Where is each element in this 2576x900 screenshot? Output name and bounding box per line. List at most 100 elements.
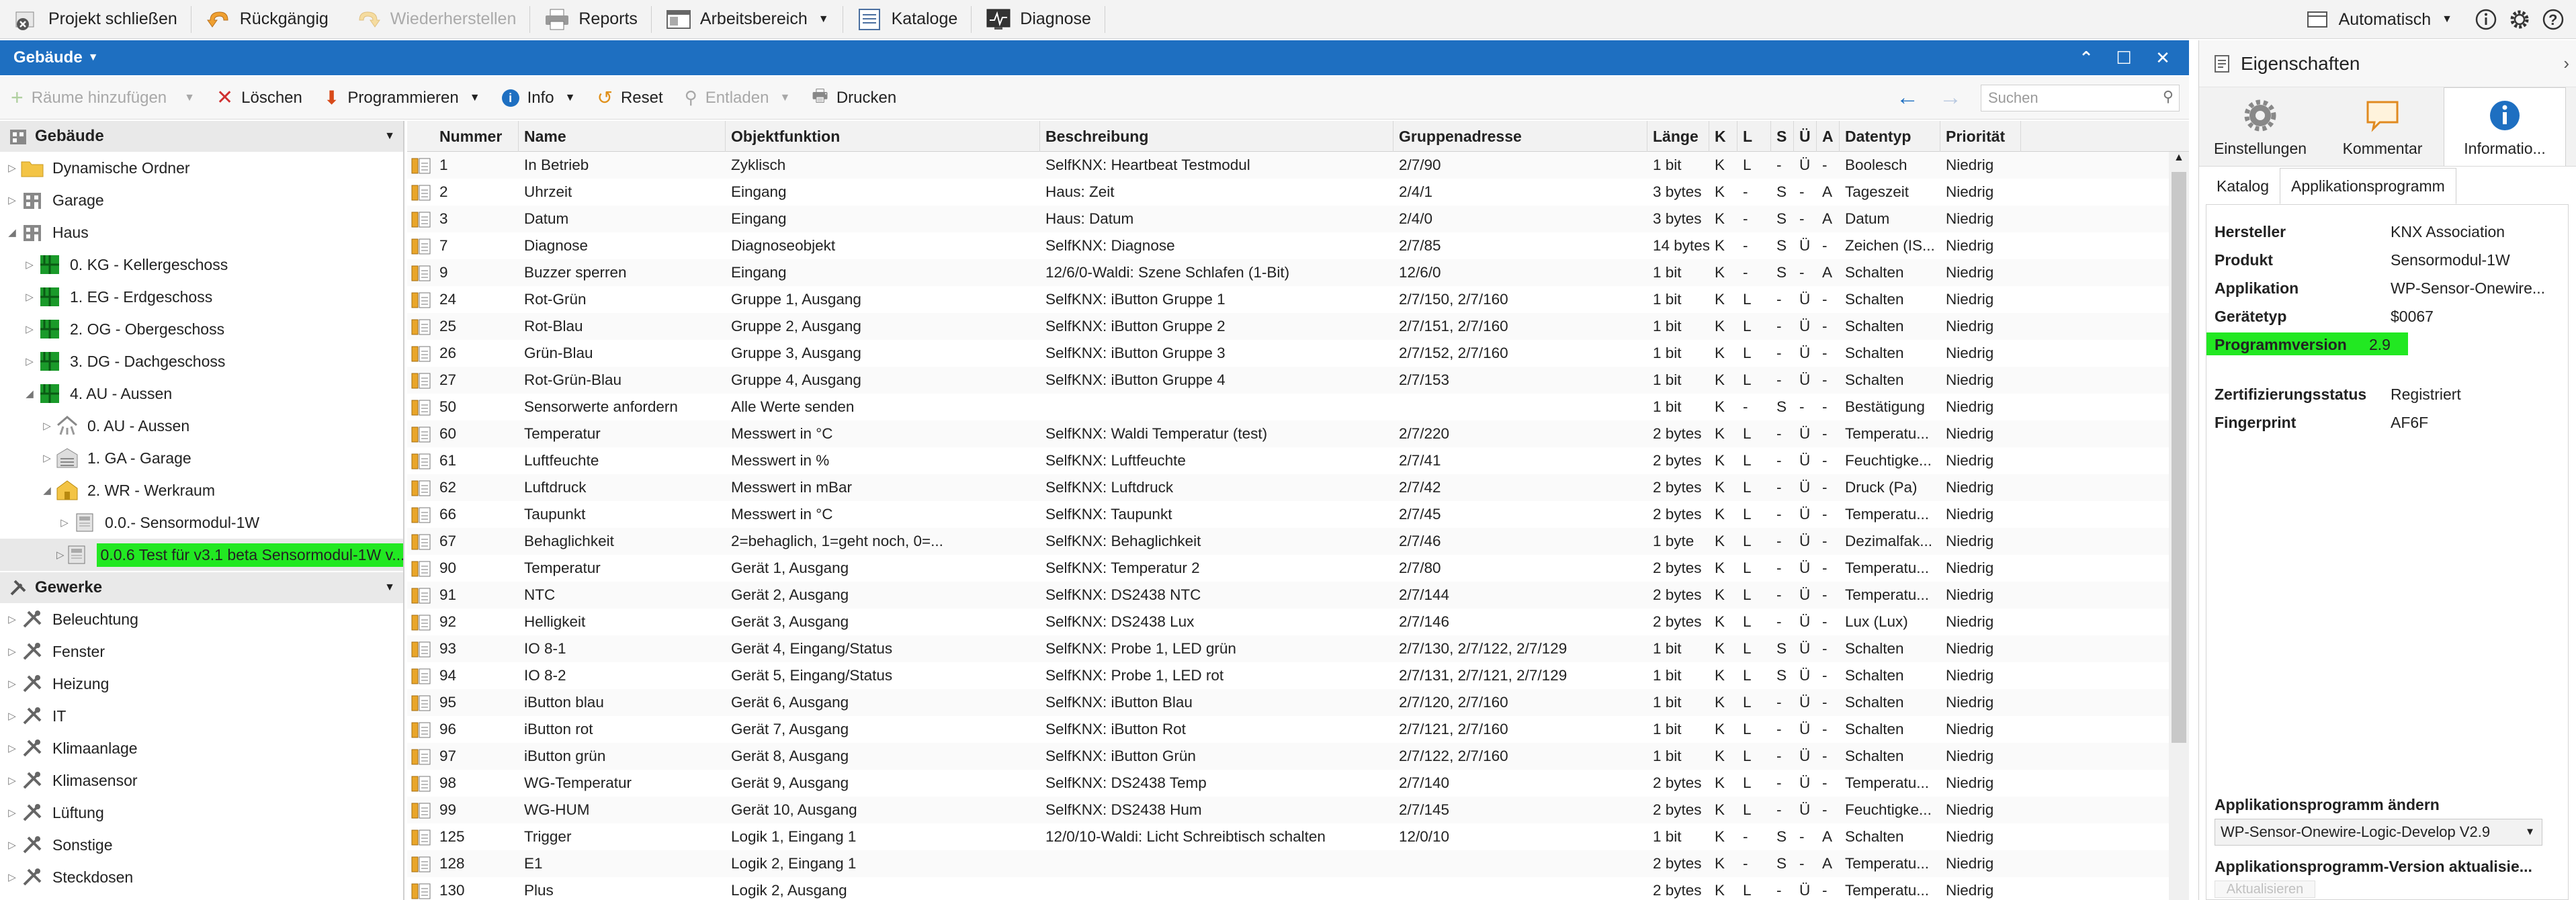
expand-triangle-icon[interactable]: ▷ xyxy=(4,678,20,690)
tree-node[interactable]: ▷ 3. DG - Dachgeschoss xyxy=(0,345,403,377)
expand-triangle-icon[interactable]: ▷ xyxy=(22,291,38,303)
table-row[interactable]: 90 Temperatur Gerät 1, Ausgang SelfKNX: Tem… xyxy=(407,555,2169,582)
table-row[interactable]: 67 Behaglichkeit 2=behaglich, 1=geht noch,… xyxy=(407,528,2169,555)
tree-node[interactable]: ▷ 0. AU - Aussen xyxy=(0,410,403,442)
table-row[interactable]: 3 Datum Eingang Haus: Datum 2/4/0 3 bytes K - S -… xyxy=(407,206,2169,232)
column-header-length[interactable]: Länge xyxy=(1647,121,1709,152)
table-row[interactable]: 96 iButton rot Gerät 7, Ausgang SelfKNX: iB… xyxy=(407,716,2169,743)
column-header-flag-a[interactable]: A xyxy=(1817,121,1840,152)
trade-node[interactable]: ▷ Klimasensor xyxy=(0,764,403,797)
column-header-flag-k[interactable]: K xyxy=(1709,121,1737,152)
table-row[interactable]: 9 Buzzer sperren Eingang 12/6/0-Waldi: Szen… xyxy=(407,259,2169,286)
subtab-catalog[interactable]: Katalog xyxy=(2206,168,2280,204)
trade-node[interactable]: ▷ Sonstige xyxy=(0,829,403,861)
info-icon[interactable] xyxy=(2473,7,2499,32)
table-row[interactable]: 2 Uhrzeit Eingang Haus: Zeit 2/4/1 3 bytes K - S… xyxy=(407,179,2169,206)
expand-triangle-icon[interactable]: ▷ xyxy=(39,452,55,464)
table-row[interactable]: 99 WG-HUM Gerät 10, Ausgang SelfKNX: DS2438… xyxy=(407,797,2169,823)
tree-node[interactable]: ▷ Garage xyxy=(0,184,403,216)
forward-arrow-icon[interactable]: → xyxy=(1939,85,1962,111)
chevron-right-icon[interactable]: › xyxy=(2563,53,2569,74)
collapse-triangle-icon[interactable]: ◢ xyxy=(4,226,20,238)
column-header-flag-l[interactable]: L xyxy=(1737,121,1771,152)
expand-triangle-icon[interactable]: ▷ xyxy=(22,355,38,367)
tree-node[interactable]: ▷ 0.0.6 Test für v3.1 beta Sensormodul-1W… xyxy=(0,539,403,571)
collapse-triangle-icon[interactable]: ◢ xyxy=(22,388,38,400)
column-header-priority[interactable]: Priorität xyxy=(1940,121,2021,152)
expand-triangle-icon[interactable]: ▷ xyxy=(56,549,65,561)
info-button[interactable]: i Info ▼ xyxy=(491,77,587,120)
tree-node[interactable]: ▷ 0. KG - Kellergeschoss xyxy=(0,249,403,281)
trade-node[interactable]: ▷ Heizung xyxy=(0,668,403,700)
column-header-name[interactable]: Name xyxy=(519,121,726,152)
close-panel-icon[interactable]: ✕ xyxy=(2146,40,2180,75)
program-button[interactable]: ⬇ Programmieren ▼ xyxy=(313,77,491,120)
expand-triangle-icon[interactable]: ▷ xyxy=(4,613,20,625)
tree-node[interactable]: ▷ 1. EG - Erdgeschoss xyxy=(0,281,403,313)
table-row[interactable]: 50 Sensorwerte anfordern Alle Werte senden… xyxy=(407,394,2169,420)
table-row[interactable]: 25 Rot-Blau Gruppe 2, Ausgang SelfKNX: iBut… xyxy=(407,313,2169,340)
mode-select[interactable]: Automatisch ▼ xyxy=(2290,0,2466,39)
table-row[interactable]: 66 Taupunkt Messwert in °C SelfKNX: Taupunk… xyxy=(407,501,2169,528)
expand-triangle-icon[interactable]: ▷ xyxy=(4,162,20,174)
table-row[interactable]: 125 Trigger Logik 1, Eingang 1 12/0/10-Wald… xyxy=(407,823,2169,850)
table-row[interactable]: 98 WG-Temperatur Gerät 9, Ausgang SelfKNX: … xyxy=(407,770,2169,797)
help-icon[interactable]: ? xyxy=(2540,7,2567,32)
close-project-button[interactable]: Projekt schließen xyxy=(0,0,191,39)
diagnose-button[interactable]: Diagnose xyxy=(972,0,1105,39)
expand-triangle-icon[interactable]: ▷ xyxy=(56,516,73,529)
reset-button[interactable]: ↺ Reset xyxy=(586,77,673,120)
back-arrow-icon[interactable]: ← xyxy=(1896,85,1919,111)
tree-node[interactable]: ▷ 1. GA - Garage xyxy=(0,442,403,474)
table-row[interactable]: 60 Temperatur Messwert in °C SelfKNX: Waldi… xyxy=(407,420,2169,447)
unload-button[interactable]: ⚲ Entladen ▼ xyxy=(674,77,802,120)
table-row[interactable]: 26 Grün-Blau Gruppe 3, Ausgang SelfKNX: iBu… xyxy=(407,340,2169,367)
expand-triangle-icon[interactable]: ▷ xyxy=(4,839,20,851)
expand-triangle-icon[interactable]: ▷ xyxy=(22,323,38,335)
expand-triangle-icon[interactable]: ▷ xyxy=(4,774,20,786)
table-row[interactable]: 62 Luftdruck Messwert in mBar SelfKNX: Luft… xyxy=(407,474,2169,501)
subtab-application-program[interactable]: Applikationsprogramm xyxy=(2280,168,2456,204)
trades-section-header[interactable]: Gewerke ▼ xyxy=(0,572,403,603)
vertical-scrollbar[interactable]: ▲ xyxy=(2169,152,2189,900)
table-row[interactable]: 24 Rot-Grün Gruppe 1, Ausgang SelfKNX: iBut… xyxy=(407,286,2169,313)
column-header-data-type[interactable]: Datentyp xyxy=(1840,121,1940,152)
trade-node[interactable]: ▷ Lüftung xyxy=(0,797,403,829)
column-header-group-address[interactable]: Gruppenadresse xyxy=(1393,121,1647,152)
expand-triangle-icon[interactable]: ▷ xyxy=(22,259,38,271)
table-row[interactable]: 61 Luftfeuchte Messwert in % SelfKNX: Luftf… xyxy=(407,447,2169,474)
expand-triangle-icon[interactable]: ▷ xyxy=(4,871,20,883)
scroll-up-icon[interactable]: ▲ xyxy=(2174,152,2184,164)
trade-node[interactable]: ▷ Fenster xyxy=(0,635,403,668)
table-row[interactable]: 7 Diagnose Diagnoseobjekt SelfKNX: Diagnose… xyxy=(407,232,2169,259)
table-row[interactable]: 94 IO 8-2 Gerät 5, Eingang/Status SelfKNX: … xyxy=(407,662,2169,689)
expand-triangle-icon[interactable]: ▷ xyxy=(4,807,20,819)
column-header-flag-s[interactable]: S xyxy=(1771,121,1794,152)
expand-triangle-icon[interactable]: ▷ xyxy=(4,194,20,206)
expand-triangle-icon[interactable]: ▷ xyxy=(4,710,20,722)
table-row[interactable]: 130 Plus Logik 2, Ausgang 2 bytes K L - Ü - Tempe… xyxy=(407,877,2169,900)
tree-node[interactable]: ▷ 2. OG - Obergeschoss xyxy=(0,313,403,345)
collapse-triangle-icon[interactable]: ◢ xyxy=(39,484,55,496)
undo-button[interactable]: Rückgängig xyxy=(191,0,342,39)
expand-triangle-icon[interactable]: ▷ xyxy=(4,645,20,658)
panel-title[interactable]: Gebäude xyxy=(13,48,83,67)
tab-settings[interactable]: Einstellungen xyxy=(2199,87,2321,166)
catalogs-button[interactable]: Kataloge xyxy=(843,0,972,39)
building-section-header[interactable]: Gebäude ▼ xyxy=(0,121,403,152)
column-header-number[interactable]: Nummer xyxy=(407,121,519,152)
collapse-icon[interactable]: ⌃ xyxy=(2069,40,2103,75)
tree-node[interactable]: ▷ Dynamische Ordner xyxy=(0,152,403,184)
tab-information[interactable]: Informatio... xyxy=(2444,87,2566,166)
table-row[interactable]: 93 IO 8-1 Gerät 4, Eingang/Status SelfKNX: … xyxy=(407,635,2169,662)
table-row[interactable]: 128 E1 Logik 2, Eingang 12 bytes K - S - A Tempe… xyxy=(407,850,2169,877)
expand-triangle-icon[interactable]: ▷ xyxy=(4,742,20,754)
table-row[interactable]: 1 In Betrieb Zyklisch SelfKNX: Heartbeat Te… xyxy=(407,152,2169,179)
column-header-flag-u[interactable]: Ü xyxy=(1794,121,1817,152)
chevron-down-icon[interactable]: ▼ xyxy=(88,52,99,64)
scrollbar-thumb[interactable] xyxy=(2172,172,2186,743)
table-row[interactable]: 91 NTC Gerät 2, Ausgang SelfKNX: DS2438 NTC… xyxy=(407,582,2169,609)
table-row[interactable]: 97 iButton grün Gerät 8, Ausgang SelfKNX: i… xyxy=(407,743,2169,770)
workspace-button[interactable]: Arbeitsbereich ▼ xyxy=(652,0,843,39)
tree-node[interactable]: ◢ 4. AU - Aussen xyxy=(0,377,403,410)
